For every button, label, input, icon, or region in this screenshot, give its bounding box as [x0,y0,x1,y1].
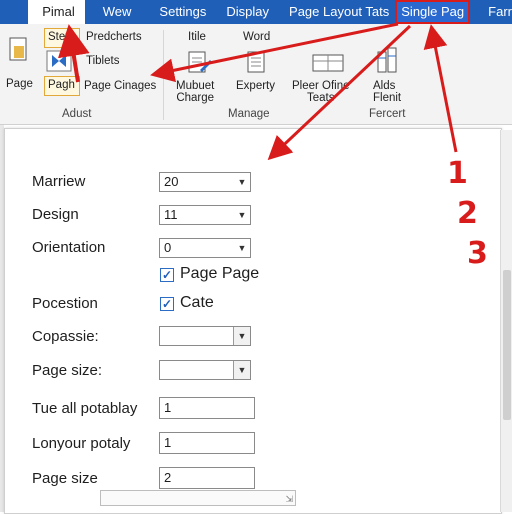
tab-wew[interactable]: Wew [85,0,146,24]
mubuet-charge-button[interactable]: Mubuet Charge [176,80,214,104]
tab-single-page[interactable]: Single Pag [395,0,471,24]
alds-flenit-button[interactable]: Alds Flenit [373,80,401,104]
layout-icon[interactable] [312,52,344,74]
chevron-down-icon: ▼ [237,177,247,187]
design-label: Design [32,206,79,223]
marriew-select[interactable]: 20 ▼ [159,172,251,192]
group-label-manage: Manage [228,108,270,120]
tiblets-button[interactable]: Tiblets [86,55,119,67]
marriew-label: Marriew [32,173,86,190]
document-icon[interactable] [243,50,269,76]
page-button-label[interactable]: Page [6,78,33,90]
scrollbar-thumb[interactable] [503,270,511,420]
chevron-down-icon: ▼ [237,243,247,253]
experty-button[interactable]: Experty [236,80,275,92]
word-button[interactable]: Word [243,31,270,43]
orientation-select[interactable]: 0 ▼ [159,238,251,258]
orientation-label: Orientation [32,239,106,256]
step-number-1: 1 [447,156,468,191]
ribbon-tab-bar: Pimal Wew Settings Display Page Layout T… [0,0,512,24]
chevron-down-icon: ▼ [237,210,247,220]
tue-all-input[interactable]: 1 [159,397,255,419]
tab-farr[interactable]: Farr [470,0,512,24]
copassie-select[interactable]: ▼ [159,326,251,346]
pagh-label: Pagh [48,79,75,91]
page-size-2-value: 2 [164,470,172,485]
pagh-button[interactable]: Pagh [44,76,80,96]
group-label-adust: Adust [62,108,92,120]
orientation-value: 0 [164,240,172,255]
page-size-label: Page size: [32,362,103,379]
vertical-scrollbar[interactable] [500,130,512,512]
page-cinages-button[interactable]: Page Cinages [84,80,156,92]
stets-label: Stets [48,31,75,43]
group-separator [163,30,164,120]
stets-button[interactable]: Stets [44,28,80,48]
itile-button[interactable]: Itile [188,31,206,43]
bottom-resize-box: ⇲ [100,490,296,506]
cate-checkbox-label: Cate [180,294,214,311]
chevron-down-icon: ▼ [233,327,250,345]
page-size-2-label: Page size [32,470,98,487]
design-select[interactable]: 11 ▼ [159,205,251,225]
marriew-value: 20 [164,174,179,189]
step-number-3: 3 [467,236,488,271]
group-label-fercert: Fercert [369,108,406,120]
resize-grip-icon[interactable]: ⇲ [285,494,293,505]
lonyour-label: Lonyour potaly [32,435,131,452]
page-page-checkbox[interactable]: ✓ [160,268,174,282]
margins-icon[interactable] [46,50,72,72]
document-edit-icon[interactable] [186,50,212,76]
design-value: 11 [164,207,178,222]
tab-pimal[interactable]: Pimal [28,0,85,24]
lonyour-value: 1 [164,435,172,450]
page-icon[interactable] [8,36,30,64]
chevron-down-icon: ▼ [233,361,250,379]
tab-page-layout[interactable]: Page Layout Tats [283,0,395,24]
lonyour-input[interactable]: 1 [159,432,255,454]
cate-checkbox[interactable]: ✓ [160,297,174,311]
page-size-2-input[interactable]: 2 [159,467,255,489]
pleer-ofine-button[interactable]: Pleer Ofine Teats [292,80,350,104]
tab-settings[interactable]: Settings [145,0,220,24]
predcherts-button[interactable]: Predcherts [86,31,142,43]
tue-all-label: Tue all potablay [32,400,138,417]
page-size-select[interactable]: ▼ [159,360,251,380]
tab-display[interactable]: Display [220,0,283,24]
copassie-label: Copassie: [32,328,99,345]
ribbon: Page Stets Pagh Predcherts Tiblets Page … [0,24,512,125]
page-page-checkbox-label: Page Page [180,265,260,282]
tue-all-value: 1 [164,400,172,415]
building-icon[interactable] [374,46,400,76]
step-number-2: 2 [457,196,478,231]
tab-bar-spacer [0,0,28,24]
pocestion-label: Pocestion [32,295,98,312]
